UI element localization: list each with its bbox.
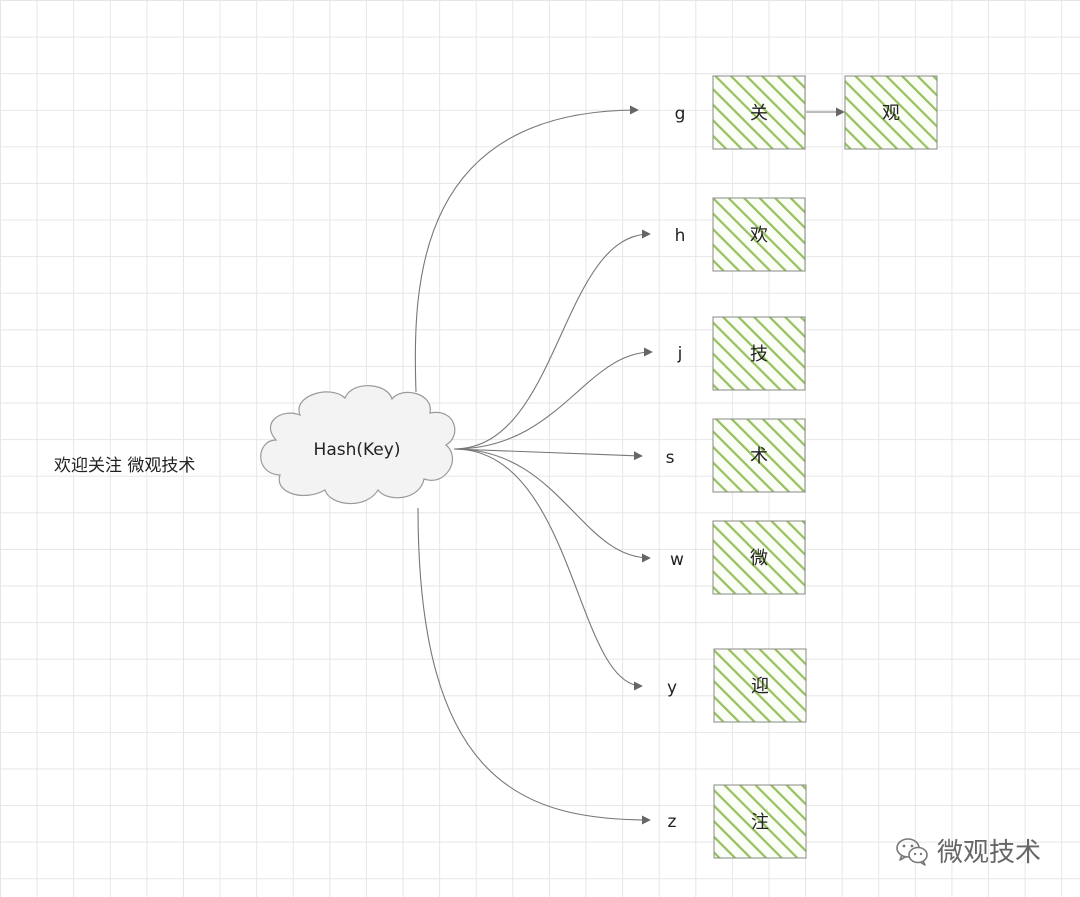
bucket-key-j: j — [677, 344, 683, 364]
caption-text: 欢迎关注 微观技术 — [54, 456, 196, 476]
bucket-key-z: z — [668, 812, 677, 832]
entry-node-zhu[interactable]: 注 — [713, 784, 807, 859]
edge-to-y — [453, 448, 643, 691]
entry-label: 关 — [750, 103, 768, 124]
entry-label: 观 — [882, 103, 900, 124]
edge-to-g — [414, 105, 639, 393]
hash-cloud-node[interactable]: Hash(Key) — [260, 385, 456, 505]
entry-node-ying[interactable]: 迎 — [713, 648, 807, 723]
entry-node-wei[interactable]: 微 — [712, 520, 806, 595]
bucket-key-s: s — [666, 448, 675, 468]
bucket-key-w: w — [670, 550, 684, 570]
entry-node-ji[interactable]: 技 — [712, 316, 806, 391]
edge-to-z — [417, 507, 651, 825]
watermark-text: 微观技术 — [937, 838, 1042, 868]
hash-diagram: Hash(Key) g h j s w y z 关 观 欢 技 术 微 迎 注 — [260, 75, 938, 859]
entry-node-huan[interactable]: 欢 — [712, 197, 806, 272]
entry-label: 欢 — [750, 225, 768, 246]
entry-label: 术 — [750, 446, 768, 467]
edge-to-h — [453, 229, 651, 450]
entry-node-shu[interactable]: 术 — [712, 418, 806, 493]
hash-label: Hash(Key) — [314, 440, 401, 460]
entry-label: 注 — [751, 812, 769, 833]
bucket-key-y: y — [667, 678, 677, 698]
entry-label: 微 — [750, 548, 768, 569]
entry-node-guan2[interactable]: 观 — [844, 75, 938, 150]
edge-to-w — [453, 448, 651, 563]
watermark: 微观技术 — [895, 832, 1041, 869]
bucket-keys: g h j s w y z — [666, 104, 686, 832]
bucket-key-h: h — [675, 226, 686, 246]
bucket-key-g: g — [675, 104, 686, 124]
wechat-icon — [896, 837, 928, 866]
edge-to-j — [453, 347, 653, 450]
edge-to-s — [453, 448, 643, 461]
entry-label: 迎 — [751, 676, 769, 697]
entry-label: 技 — [750, 344, 768, 365]
entry-node-guan[interactable]: 关 — [712, 75, 806, 150]
